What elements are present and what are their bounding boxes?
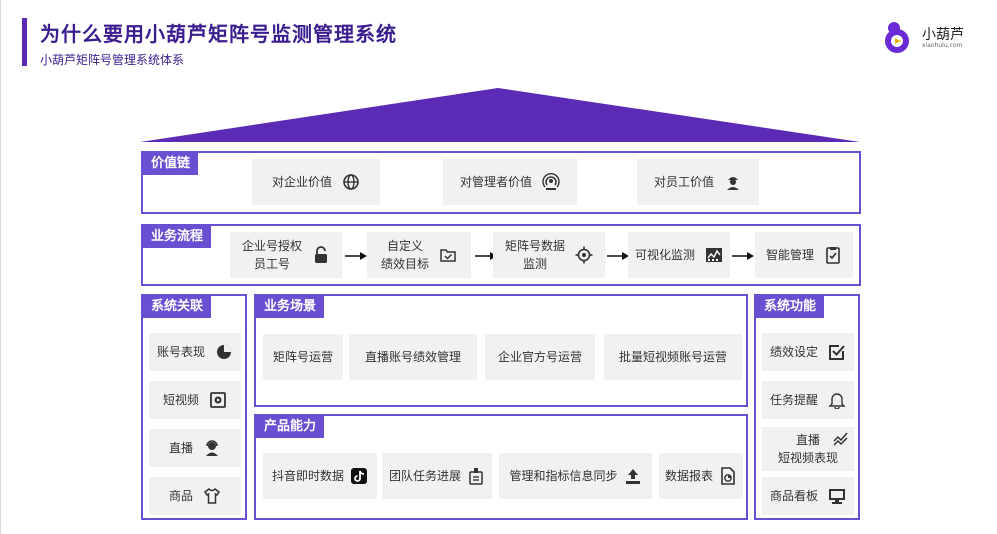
value-card-manager: 对管理者价值 [443,159,577,205]
function-card: 绩效设定 [762,333,854,371]
value-card-label: 对员工价值 [653,175,714,189]
upload-icon [624,467,642,485]
target-icon [575,246,593,264]
badge-icon [467,467,485,485]
title-accent-bar [22,18,27,66]
capability-card: 抖音即时数据 [263,453,377,499]
gourd-logo-icon [885,22,909,53]
step-line2: 监测 [522,257,547,271]
report-icon [719,467,737,485]
broadcast-icon [542,173,560,191]
workflow-step: 可视化监测 [628,232,730,278]
monitor-icon [828,487,846,505]
scenario-card: 矩阵号运营 [263,334,343,380]
link-card: 短视频 [149,381,241,419]
link-card: 账号表现 [149,333,241,371]
logo-name: 小葫芦 [922,27,964,43]
capability-card: 管理和指标信息同步 [499,453,652,499]
scenarios-panel: 业务场景 矩阵号运营 直播账号绩效管理 企业官方号运营 批量短视频账号运营 [254,294,748,407]
capability-label: 团队任务进展 [388,469,461,483]
chart-icon [705,246,723,264]
arrow-icon [732,252,754,260]
workflow-panel: 业务流程 企业号授权员工号 自定义绩效目标 矩阵号数据监测 可视化监测 智能管理 [141,224,861,286]
function-card: 商品看板 [762,477,854,515]
page-title: 为什么要用小葫芦矩阵号监测管理系统 [40,22,397,46]
step-line1: 可视化监测 [634,248,695,262]
workflow-tag: 业务流程 [143,226,212,248]
function-line1: 商品看板 [769,489,818,503]
pie-icon [215,343,233,361]
functions-tag: 系统功能 [756,296,825,318]
capability-card: 数据报表 [659,453,743,499]
step-line2: 绩效目标 [380,257,429,271]
capability-label: 数据报表 [664,469,713,483]
value-card-label: 对管理者价值 [459,175,532,189]
function-card: 直播 短视频表现 [762,427,854,471]
function-line1: 直播 [795,433,820,447]
clipboard-check-icon [824,246,842,264]
step-line2: 员工号 [253,257,290,271]
step-line1: 智能管理 [765,248,814,262]
function-line1: 任务提醒 [769,393,818,407]
scenario-card: 批量短视频账号运营 [604,334,742,380]
workflow-step: 企业号授权 员工号 [230,232,342,278]
function-card: 任务提醒 [762,381,854,419]
step-line1: 矩阵号数据 [504,239,565,253]
logo-domain: xiaohulu.com [922,42,963,49]
tiktok-icon [350,467,368,485]
scenario-label: 企业官方号运营 [497,350,582,364]
capability-card: 团队任务进展 [382,453,492,499]
workflow-step: 智能管理 [755,232,853,278]
left-edge-rule [0,0,1,534]
streamer-icon [203,439,221,457]
system-links-tag: 系统关联 [143,296,212,318]
capability-label: 管理和指标信息同步 [509,469,618,483]
scenario-label: 直播账号绩效管理 [364,350,461,364]
video-icon [209,391,227,409]
trend-icon [832,429,850,447]
capabilities-panel: 产品能力 抖音即时数据 团队任务进展 管理和指标信息同步 数据报表 [254,414,748,520]
globe-icon [342,173,360,191]
step-line1: 企业号授权 [241,239,302,253]
scenario-card: 企业官方号运营 [485,334,595,380]
link-card: 直播 [149,429,241,467]
value-chain-panel: 价值链 对企业价值 对管理者价值 对员工价值 [141,151,861,214]
value-card-label: 对企业价值 [271,175,332,189]
roof-triangle [140,88,860,142]
link-card: 商品 [149,477,241,515]
page-subtitle: 小葫芦矩阵号管理系统体系 [40,53,185,67]
workflow-step: 矩阵号数据 监测 [493,232,605,278]
checkbox-icon [828,343,846,361]
function-line1: 绩效设定 [769,345,818,359]
link-label: 账号表现 [156,345,205,359]
value-card-employee: 对员工价值 [637,159,759,205]
scenarios-tag: 业务场景 [256,296,325,318]
lock-icon [312,246,330,264]
bell-icon [828,391,846,409]
capability-label: 抖音即时数据 [271,469,344,483]
workflow-step: 自定义 绩效目标 [367,232,471,278]
scenario-card: 直播账号绩效管理 [349,334,477,380]
worker-icon [724,173,742,191]
value-chain-tag: 价值链 [143,153,199,175]
system-links-panel: 系统关联 账号表现 短视频 直播 商品 [141,294,247,520]
link-label: 商品 [168,489,193,503]
functions-panel: 系统功能 绩效设定 任务提醒 直播短视频表现 商品看板 [754,294,860,520]
scenario-label: 矩阵号运营 [272,350,333,364]
link-label: 直播 [168,441,193,455]
capabilities-tag: 产品能力 [256,416,325,438]
arrow-icon [607,252,629,260]
shirt-icon [203,487,221,505]
link-label: 短视频 [162,393,199,407]
step-line1: 自定义 [386,239,423,253]
scenario-label: 批量短视频账号运营 [618,350,727,364]
function-line2: 短视频表现 [777,451,838,465]
brand-logo: 小葫芦 xiaohulu.com [880,20,990,56]
value-card-enterprise: 对企业价值 [252,159,380,205]
arrow-icon [345,252,367,260]
folder-check-icon [439,246,457,264]
